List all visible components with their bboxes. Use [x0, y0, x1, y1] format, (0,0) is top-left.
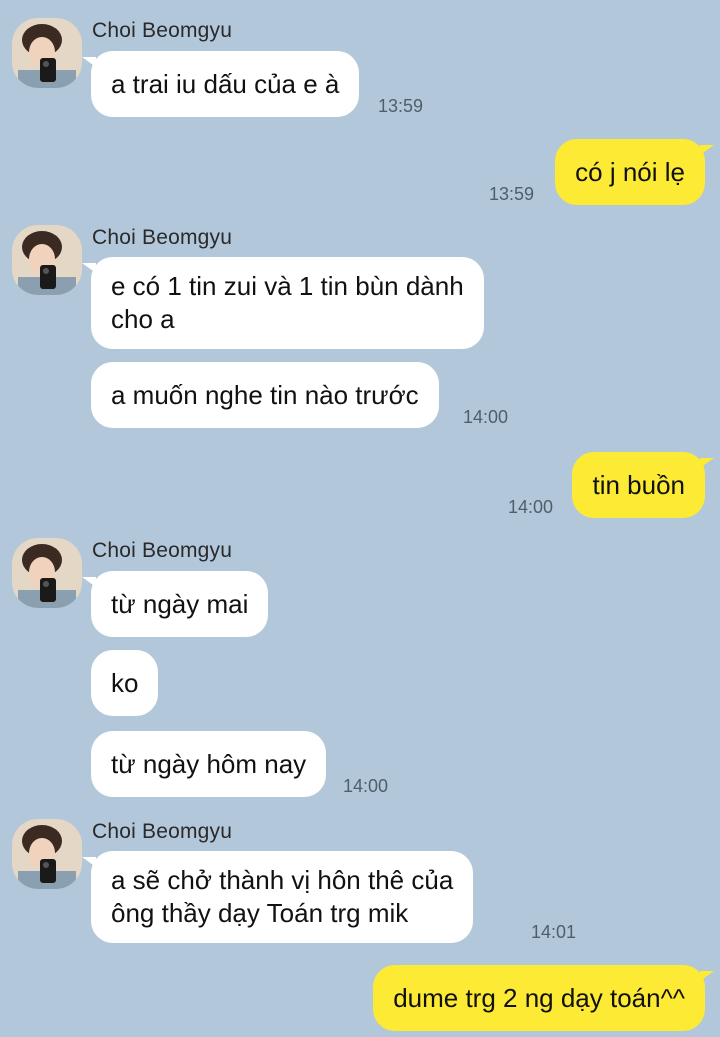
sender-name: Choi Beomgyu — [92, 226, 233, 249]
avatar-photo-icon — [12, 819, 82, 889]
chat-area[interactable]: Choi Beomgyu a trai iu dấu của e à 13:59… — [0, 0, 720, 1037]
sender-name: Choi Beomgyu — [92, 820, 233, 843]
message-time: 14:00 — [343, 776, 389, 796]
outgoing-message[interactable]: dume trg 2 ng dạy toán^^ — [373, 965, 714, 1031]
incoming-message[interactable]: a muốn nghe tin nào trước — [91, 362, 439, 428]
incoming-message[interactable]: ko — [91, 650, 159, 716]
contact-avatar[interactable] — [12, 819, 82, 889]
message-time: 14:00 — [508, 497, 554, 517]
incoming-message[interactable]: a trai iu dấu của e à — [81, 51, 360, 117]
incoming-message[interactable]: từ ngày mai — [81, 571, 269, 637]
message-time: 14:00 — [463, 407, 509, 427]
message-time: 13:59 — [378, 96, 424, 116]
outgoing-message[interactable]: có j nói lẹ — [555, 139, 714, 205]
avatar-photo-icon — [12, 225, 82, 295]
incoming-message[interactable]: e có 1 tin zui và 1 tin bùn dành cho a — [82, 257, 484, 349]
message-time: 14:01 — [531, 922, 577, 942]
contact-avatar[interactable] — [12, 18, 82, 88]
sender-name: Choi Beomgyu — [92, 539, 233, 562]
outgoing-message[interactable]: tin buồn — [572, 452, 714, 518]
incoming-message[interactable]: a sẽ chở thành vị hôn thê của ông thầy d… — [81, 851, 474, 943]
contact-avatar[interactable] — [12, 538, 82, 608]
sender-name: Choi Beomgyu — [92, 19, 233, 42]
avatar-photo-icon — [12, 18, 82, 88]
avatar-photo-icon — [12, 538, 82, 608]
message-time: 13:59 — [489, 184, 535, 204]
incoming-message[interactable]: từ ngày hôm nay — [91, 731, 327, 797]
contact-avatar[interactable] — [12, 225, 82, 295]
